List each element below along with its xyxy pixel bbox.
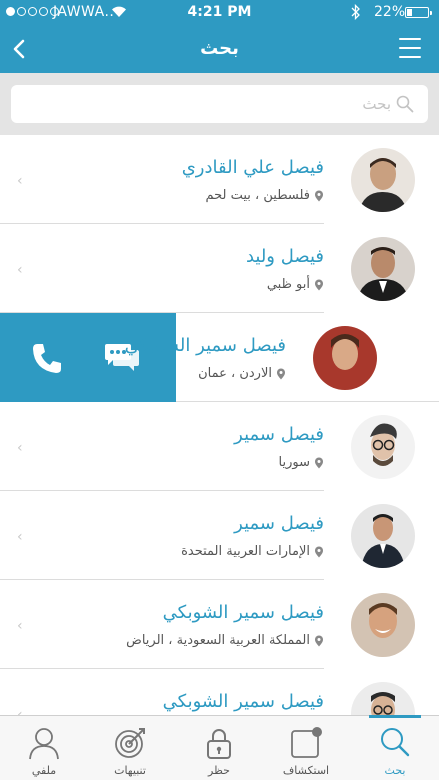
- contact-name: فيصل سمير الشوبكي: [124, 335, 286, 356]
- contact-location: الإمارات العربية المتحدة: [181, 544, 324, 559]
- explore-icon: [262, 726, 350, 760]
- contact-location-text: أبو ظبي: [266, 277, 310, 292]
- avatar[interactable]: [351, 682, 415, 715]
- search-box[interactable]: [11, 85, 428, 123]
- top-bar: JAWWA.. 4:21 PM 22% بحث: [0, 0, 439, 73]
- avatar[interactable]: [313, 326, 377, 390]
- menu-line: [399, 55, 421, 58]
- tab-explore[interactable]: استكشاف: [262, 716, 350, 780]
- search-input[interactable]: [21, 85, 391, 123]
- status-bar: JAWWA.. 4:21 PM 22%: [0, 0, 439, 26]
- contact-row[interactable]: ‹ فيصل سمير سوريا: [0, 402, 439, 491]
- target-icon: [86, 726, 174, 760]
- user-icon: [0, 726, 88, 760]
- contact-row-swiped[interactable]: فيصل سمير الشوبكي الاردن ، عمان: [0, 313, 439, 402]
- contact-name: فيصل سمير: [234, 513, 324, 534]
- chevron-left-icon: ‹: [17, 707, 23, 715]
- active-tab-indicator: [369, 715, 421, 718]
- page-title: بحث: [200, 38, 239, 59]
- avatar[interactable]: [351, 237, 415, 301]
- contact-location: سوريا: [279, 455, 324, 470]
- chevron-left-icon: ‹: [17, 618, 23, 634]
- location-pin-icon: [315, 279, 323, 290]
- tab-profile[interactable]: ملفي: [0, 716, 88, 780]
- tab-label: بحث: [384, 764, 406, 777]
- contact-name: فيصل سمير الشوبكي: [162, 691, 324, 712]
- contact-row[interactable]: ‹ فيصل علي القادري فلسطين ، بيت لحم: [0, 135, 439, 224]
- avatar[interactable]: [351, 504, 415, 568]
- contact-location: أبو ظبي: [267, 277, 324, 292]
- contact-name: فيصل سمير: [234, 424, 324, 445]
- contact-location-text: الاردن ، عمان: [198, 366, 272, 381]
- tab-bar: بحث استكشاف حظر تنبيهات ملفي: [0, 715, 439, 780]
- tab-label: حظر: [208, 764, 230, 777]
- chevron-left-icon: ‹: [17, 440, 23, 456]
- menu-line: [399, 38, 421, 41]
- tab-block[interactable]: حظر: [175, 716, 263, 780]
- location-pin-icon: [315, 546, 323, 557]
- menu-line: [399, 46, 421, 50]
- chevron-left-icon: ‹: [17, 262, 23, 278]
- contact-name: فيصل علي القادري: [181, 157, 324, 178]
- battery-icon: [405, 7, 432, 18]
- contact-location: المملكة العربية السعودية ، الرياض: [126, 633, 324, 648]
- contact-list: ‹ فيصل علي القادري فلسطين ، بيت لحم ‹ في…: [0, 135, 439, 715]
- search-icon: [351, 726, 439, 760]
- swiped-row-content: فيصل سمير الشوبكي الاردن ، عمان: [0, 313, 401, 402]
- search-icon: [396, 95, 414, 117]
- contact-location-text: الإمارات العربية المتحدة: [181, 544, 310, 559]
- avatar[interactable]: [351, 415, 415, 479]
- tab-alerts[interactable]: تنبيهات: [86, 716, 174, 780]
- contact-row[interactable]: ‹ فيصل سمير الإمارات العربية المتحدة: [0, 491, 439, 580]
- contact-location: فلسطين ، بيت لحم: [205, 188, 324, 203]
- menu-button[interactable]: [399, 38, 421, 58]
- bluetooth-icon: [351, 3, 361, 24]
- avatar[interactable]: [351, 593, 415, 657]
- navigation-bar: بحث: [0, 26, 439, 73]
- battery-percent: 22%: [374, 4, 406, 20]
- tab-label: استكشاف: [282, 764, 330, 777]
- contact-row[interactable]: ‹ فيصل وليد أبو ظبي: [0, 224, 439, 313]
- contact-location-text: سوريا: [278, 455, 310, 470]
- location-pin-icon: [315, 457, 323, 468]
- location-pin-icon: [315, 635, 323, 646]
- location-pin-icon: [315, 190, 323, 201]
- avatar[interactable]: [351, 148, 415, 212]
- tab-label: ملفي: [31, 764, 57, 777]
- contact-location-text: فلسطين ، بيت لحم: [205, 188, 310, 203]
- contact-row[interactable]: ‹ فيصل سمير الشوبكي المملكة العربية السع…: [0, 580, 439, 669]
- contact-name: فيصل وليد: [245, 246, 324, 267]
- tab-search[interactable]: بحث: [351, 715, 439, 780]
- contact-name: فيصل سمير الشوبكي: [162, 602, 324, 623]
- location-pin-icon: [277, 368, 285, 379]
- chevron-left-icon: ‹: [17, 529, 23, 545]
- chevron-left-icon: ‹: [17, 173, 23, 189]
- contact-row[interactable]: ‹ فيصل سمير الشوبكي: [0, 669, 439, 715]
- search-area: [0, 73, 439, 135]
- lock-icon: [175, 726, 263, 760]
- contact-location-text: المملكة العربية السعودية ، الرياض: [126, 633, 310, 648]
- contact-location: الاردن ، عمان: [198, 366, 286, 381]
- tab-label: تنبيهات: [114, 764, 146, 777]
